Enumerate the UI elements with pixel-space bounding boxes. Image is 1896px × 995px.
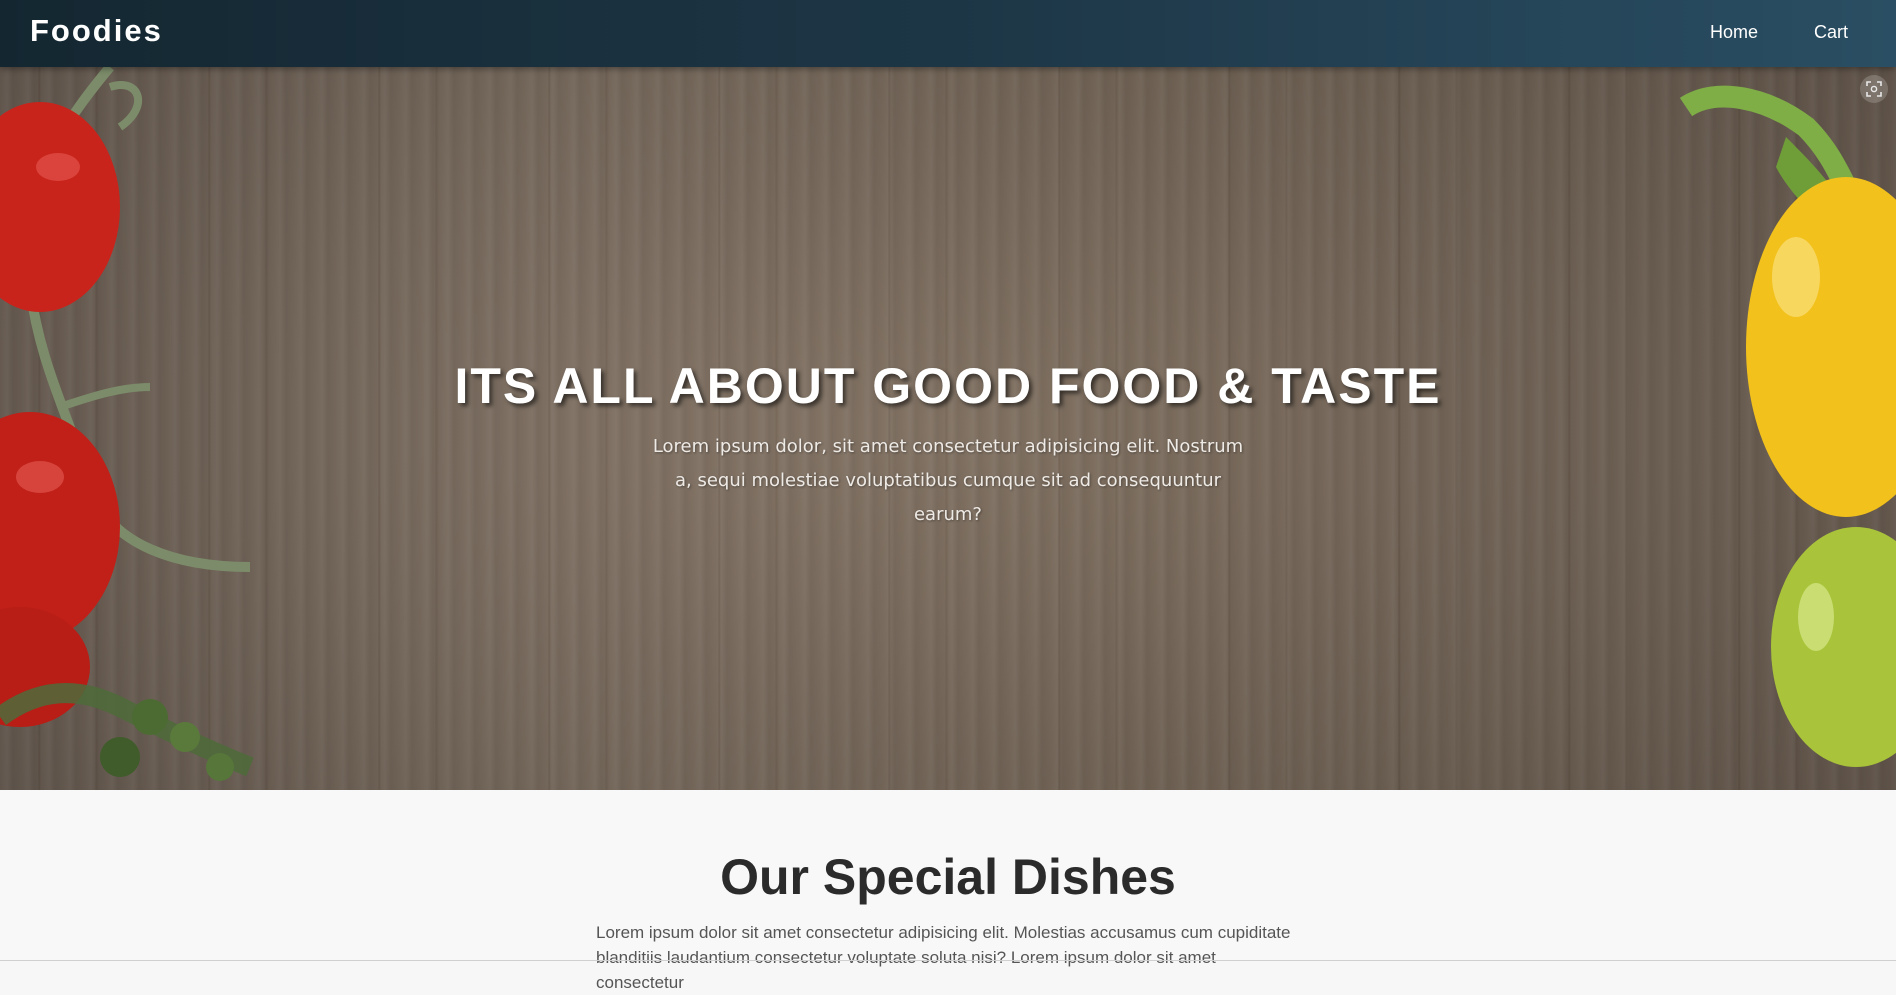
section-description: Lorem ipsum dolor sit amet consectetur a… xyxy=(596,923,1291,992)
nav-links: Home Cart xyxy=(1710,22,1848,43)
hero-title: ITS ALL ABOUT GOOD FOOD & TASTE xyxy=(454,358,1442,414)
hero-content: ITS ALL ABOUT GOOD FOOD & TASTE Lorem ip… xyxy=(0,67,1896,790)
section-title: Our Special Dishes xyxy=(720,849,1176,905)
brand-logo[interactable]: Foodies xyxy=(30,13,163,49)
screenshot-button[interactable] xyxy=(1860,75,1888,103)
nav-link-cart[interactable]: Cart xyxy=(1814,22,1848,43)
hero-banner: ITS ALL ABOUT GOOD FOOD & TASTE Lorem ip… xyxy=(0,67,1896,790)
navbar: Foodies Home Cart xyxy=(0,0,1896,67)
nav-link-home[interactable]: Home xyxy=(1710,22,1758,43)
screenshot-icon xyxy=(1866,81,1882,97)
hero-description: Lorem ipsum dolor, sit amet consectetur … xyxy=(652,436,1244,525)
special-dishes-section: Our Special Dishes Lorem ipsum dolor sit… xyxy=(0,790,1896,992)
